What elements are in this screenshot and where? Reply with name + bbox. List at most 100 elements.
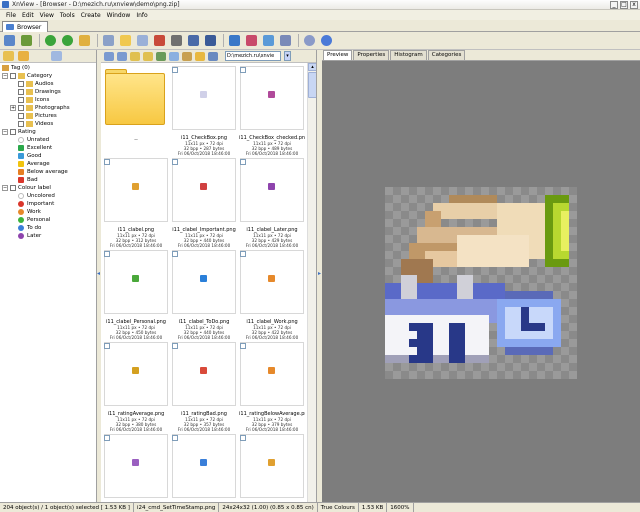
minimize-button[interactable]: _ — [610, 1, 618, 9]
menu-window[interactable]: Window — [104, 12, 134, 19]
star-icon[interactable] — [195, 51, 205, 61]
multipage-button[interactable] — [278, 34, 292, 48]
thumbnail-checkbox[interactable] — [104, 435, 110, 441]
file-thumbnail[interactable]: i11_clabel_Important.png 11x11 px • 72 dp… — [171, 155, 237, 253]
file-thumbnail[interactable]: i11_CheckBox_checked.png 11x11 px • 72 dp… — [239, 63, 305, 161]
checkbox[interactable] — [18, 89, 24, 95]
view-icon[interactable] — [156, 51, 166, 61]
tree-item-later[interactable]: Later — [2, 232, 94, 240]
file-thumbnail[interactable]: i11_clabel_ToDo.png 11x11 px • 72 dpi 32 b… — [171, 247, 237, 345]
tab-histogram[interactable]: Histogram — [390, 50, 427, 60]
tree-item-excellent[interactable]: Excellent — [2, 144, 94, 152]
favorites-icon[interactable] — [18, 51, 29, 61]
tab-browser[interactable]: Browser — [2, 21, 49, 32]
tree-item-category[interactable]: − Category — [2, 72, 94, 80]
path-dropdown-button[interactable]: ▾ — [284, 51, 291, 61]
menu-create[interactable]: Create — [78, 12, 104, 19]
file-thumbnail[interactable]: i11_clabel_Work.png 11x11 px • 72 dpi 32 b… — [239, 247, 305, 345]
filter-icon[interactable] — [182, 51, 192, 61]
tree-item-drawings[interactable]: Drawings — [2, 88, 94, 96]
file-thumbnail[interactable] — [239, 431, 305, 502]
thumbnails-size-icon[interactable] — [208, 51, 218, 61]
file-thumbnail[interactable]: i11_clabel_Later.png 11x11 px • 72 dpi 32 … — [239, 155, 305, 253]
file-thumbnail[interactable]: i11_clabel.png 11x11 px • 72 dpi 32 bpp • … — [103, 155, 169, 253]
tree-item-important[interactable]: Important — [2, 200, 94, 208]
thumbnail-checkbox[interactable] — [172, 67, 178, 73]
file-thumbnail[interactable]: i11_ratingAverage.png 11x11 px • 72 dpi 32… — [103, 339, 169, 437]
tree-item-pictures[interactable]: Pictures — [2, 112, 94, 120]
parent-folder-thumbnail[interactable]: .. — [103, 63, 169, 161]
tree-item-photographs[interactable]: + Photographs — [2, 104, 94, 112]
file-thumbnail[interactable]: i11_ratingBad.png 11x11 px • 72 dpi 32 bpp… — [171, 339, 237, 437]
thumbnail-checkbox[interactable] — [104, 251, 110, 257]
print-button[interactable] — [169, 34, 183, 48]
thumbnail-checkbox[interactable] — [172, 251, 178, 257]
tab-categories[interactable]: Categories — [427, 50, 466, 60]
path-input[interactable]: D:\mezich.ru\xnvie — [225, 51, 281, 61]
thumbnail-checkbox[interactable] — [240, 435, 246, 441]
browser-button[interactable] — [2, 34, 16, 48]
back-button[interactable] — [43, 34, 57, 48]
checkbox[interactable] — [10, 73, 16, 79]
tree-item-good[interactable]: Good — [2, 152, 94, 160]
close-button[interactable]: x — [630, 1, 638, 9]
thumbnail-checkbox[interactable] — [240, 343, 246, 349]
tree-item-rating[interactable]: − Rating — [2, 128, 94, 136]
thumbnail-checkbox[interactable] — [240, 251, 246, 257]
menu-view[interactable]: View — [37, 12, 57, 19]
fullscreen-button[interactable] — [19, 34, 33, 48]
view-mode-button[interactable] — [135, 34, 149, 48]
tree-item-unrated[interactable]: Unrated — [2, 136, 94, 144]
tree-item-audios[interactable]: Audios — [2, 80, 94, 88]
refresh-button[interactable] — [101, 34, 115, 48]
checkbox[interactable] — [18, 97, 24, 103]
file-thumbnail[interactable] — [103, 431, 169, 502]
file-thumbnail[interactable] — [171, 431, 237, 502]
thumbnail-checkbox[interactable] — [240, 67, 246, 73]
help-button[interactable] — [319, 34, 333, 48]
collapse-icon[interactable]: − — [2, 73, 8, 79]
checkbox[interactable] — [18, 81, 24, 87]
nav-forward-icon[interactable] — [117, 51, 127, 61]
scan-button[interactable] — [186, 34, 200, 48]
open-button[interactable] — [118, 34, 132, 48]
tree-item-videos[interactable]: Videos — [2, 120, 94, 128]
nav-back-icon[interactable] — [104, 51, 114, 61]
sort-icon[interactable] — [169, 51, 179, 61]
folder-up-icon[interactable] — [130, 51, 140, 61]
menu-tools[interactable]: Tools — [57, 12, 78, 19]
collapse-arrow-icon[interactable]: ▸ — [318, 270, 321, 277]
checkbox[interactable] — [10, 185, 16, 191]
thumbnail-checkbox[interactable] — [172, 159, 178, 165]
thumbnail-checkbox[interactable] — [172, 343, 178, 349]
folders-icon[interactable] — [3, 51, 14, 61]
menu-file[interactable]: File — [3, 12, 19, 19]
file-thumbnail[interactable]: i11_clabel_Personal.png 11x11 px • 72 dpi… — [103, 247, 169, 345]
tree-item-icons[interactable]: Icons — [2, 96, 94, 104]
up-button[interactable] — [77, 34, 91, 48]
tree-item-todo[interactable]: To do — [2, 224, 94, 232]
thumbnail-checkbox[interactable] — [172, 435, 178, 441]
settings-button[interactable] — [302, 34, 316, 48]
thumbnail-scrollbar[interactable]: ▴ — [307, 63, 317, 502]
convert-button[interactable] — [244, 34, 258, 48]
file-thumbnail[interactable]: i11_ratingBelowAverage.png 11x11 px • 72 … — [239, 339, 305, 437]
tree-item-below-average[interactable]: Below average — [2, 168, 94, 176]
delete-button[interactable] — [152, 34, 166, 48]
thumbnail-checkbox[interactable] — [104, 343, 110, 349]
checkbox[interactable] — [10, 129, 16, 135]
tab-properties[interactable]: Properties — [353, 50, 390, 60]
expand-icon[interactable]: + — [10, 105, 16, 111]
collapse-icon[interactable]: − — [2, 129, 8, 135]
maximize-button[interactable]: □ — [620, 1, 628, 9]
tab-preview[interactable]: Preview — [323, 50, 353, 60]
favorite-folder-icon[interactable] — [143, 51, 153, 61]
categories-icon[interactable] — [51, 51, 62, 61]
tree-item-average[interactable]: Average — [2, 160, 94, 168]
menu-edit[interactable]: Edit — [19, 12, 37, 19]
tree-item-work[interactable]: Work — [2, 208, 94, 216]
tree-item-colour-label[interactable]: − Colour label — [2, 184, 94, 192]
collapse-icon[interactable]: − — [2, 185, 8, 191]
menu-info[interactable]: Info — [133, 12, 150, 19]
slideshow-button[interactable] — [203, 34, 217, 48]
